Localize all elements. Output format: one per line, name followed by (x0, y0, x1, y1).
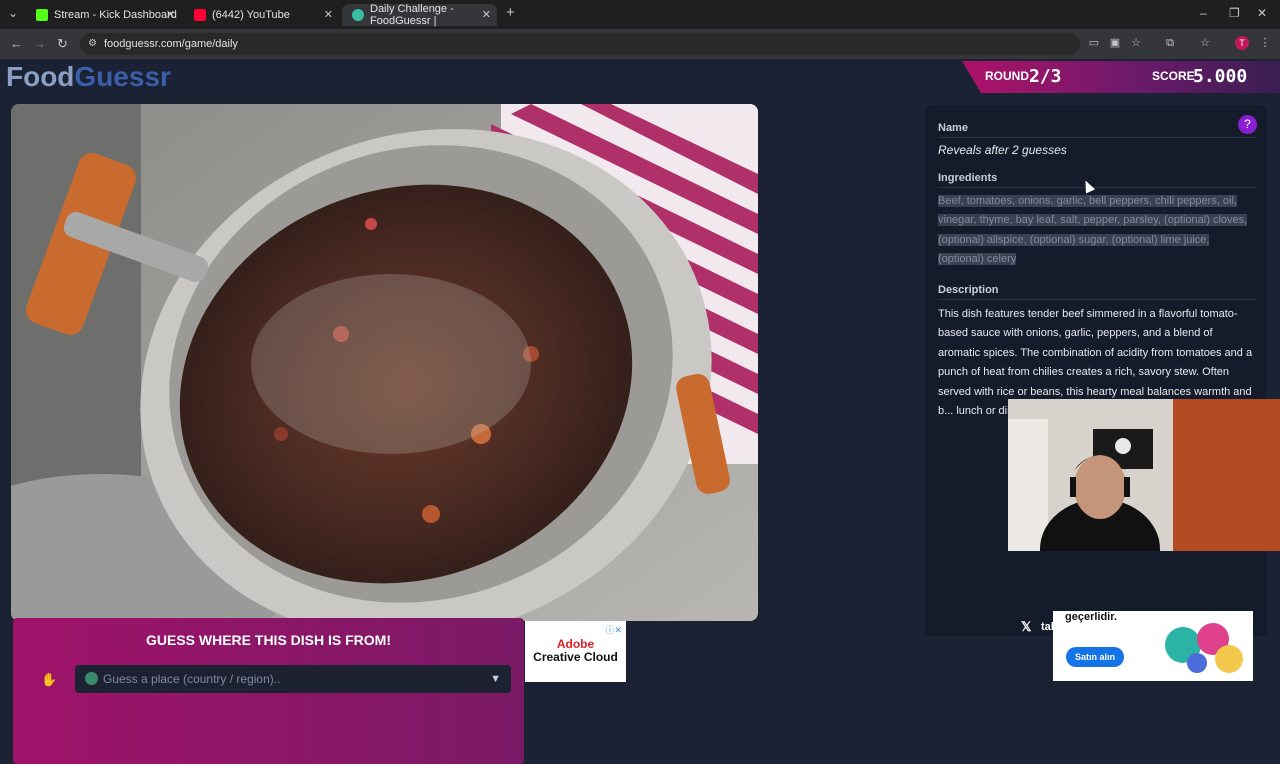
forward-icon[interactable]: → (33, 36, 46, 51)
buy-button[interactable]: Satın alın (1066, 647, 1124, 667)
help-icon[interactable]: ? (1238, 115, 1257, 134)
minimize-icon[interactable]: – (1200, 6, 1207, 20)
tab-title: (6442) YouTube (212, 9, 290, 21)
twitter-handle: talhadnder (1041, 621, 1098, 633)
close-window-icon[interactable]: ✕ (1257, 6, 1267, 20)
tab-kick[interactable]: Stream - Kick Dashboard ✕ (26, 4, 181, 26)
adobe-line2: Creative Cloud (533, 650, 618, 664)
menu-icon[interactable]: ⋮ (1259, 37, 1271, 49)
score-label: SCORE (1152, 69, 1195, 83)
kick-icon (36, 9, 48, 21)
new-tab-icon[interactable]: + (506, 4, 515, 21)
ad-illustration (1165, 623, 1243, 673)
bookmark-star-icon[interactable]: ☆ (1130, 37, 1142, 49)
cast-icon[interactable]: ▭ (1088, 37, 1100, 49)
tab-bar: ⌄ Stream - Kick Dashboard ✕ (6442) YouTu… (0, 0, 1280, 29)
round-value: 2/3 (1029, 66, 1062, 87)
guess-title: GUESS WHERE THIS DISH IS FROM! (145, 632, 391, 648)
x-logo-icon: 𝕏 (1021, 619, 1032, 634)
webcam-image (1008, 399, 1280, 551)
tab-youtube[interactable]: (6442) YouTube ✕ (184, 4, 339, 26)
adobe-ad[interactable]: ⓘ✕ Adobe Creative Cloud (525, 621, 626, 682)
guess-place-input[interactable]: Guess a place (country / region).. ▼ (75, 665, 511, 693)
foodguessr-logo[interactable]: FoodGuessr (6, 61, 171, 93)
ad-info-icon[interactable]: ⓘ✕ (605, 623, 622, 636)
translate-icon[interactable]: ▣ (1109, 37, 1121, 49)
profile-avatar[interactable]: T (1235, 36, 1249, 50)
tab-search-icon[interactable]: ⌄ (8, 6, 18, 20)
tab-title: Daily Challenge - FoodGuessr | (370, 3, 454, 27)
twitter-handle-overlay: 𝕏 talhadnder (1017, 615, 1137, 637)
dish-info-panel: Name Reveals after 2 guesses Ingredients… (925, 105, 1267, 636)
url-field[interactable]: ⚙ foodguessr.com/game/daily (80, 33, 1080, 55)
youtube-icon (194, 9, 206, 21)
dish-photo-image (11, 104, 758, 621)
ingredients-text: Beef, tomatoes, onions, garlic, bell pep… (938, 192, 1250, 270)
dish-photo[interactable] (11, 104, 758, 621)
logo-food: Food (6, 61, 75, 92)
adobe-ad-text: Adobe Creative Cloud (525, 638, 626, 664)
adobe-line1: Adobe (556, 637, 595, 651)
webcam-overlay (1008, 399, 1280, 551)
guess-box: GUESS WHERE THIS DISH IS FROM! ✋ Guess a… (13, 618, 524, 764)
score-bar: ROUND 2/3 SCORE 5.000 (962, 61, 1280, 93)
bookmarks-icon[interactable]: ☆ (1199, 37, 1211, 49)
logo-guessr: Guessr (74, 61, 171, 92)
divider (938, 299, 1256, 300)
ingredients-heading: Ingredients (938, 172, 998, 184)
close-icon[interactable]: ✕ (482, 8, 491, 21)
page: FoodGuessr ROUND 2/3 SCORE 5.000 Name Re… (0, 59, 1280, 764)
back-icon[interactable]: ← (10, 36, 23, 51)
divider (938, 187, 1256, 188)
tab-foodguessr[interactable]: Daily Challenge - FoodGuessr | ✕ (342, 3, 497, 27)
globe-icon (85, 672, 98, 685)
reload-icon[interactable]: ↻ (57, 36, 68, 52)
name-value: Reveals after 2 guesses (938, 143, 1067, 157)
close-icon[interactable]: ✕ (324, 8, 333, 21)
divider (938, 137, 1256, 138)
address-bar: ← → ↻ ⚙ foodguessr.com/game/daily ▭ ▣ ☆ … (0, 29, 1280, 59)
round-label: ROUND (985, 69, 1029, 83)
name-heading: Name (938, 122, 968, 134)
site-info-icon[interactable]: ⚙ (88, 33, 97, 55)
hand-icon: ✋ (41, 672, 58, 687)
maximize-icon[interactable]: ❐ (1229, 6, 1240, 20)
url-text: foodguessr.com/game/daily (104, 38, 238, 50)
tab-title: Stream - Kick Dashboard (54, 9, 177, 21)
guess-placeholder: Guess a place (country / region).. (103, 672, 281, 686)
chevron-down-icon[interactable]: ▼ (490, 665, 501, 693)
score-value: 5.000 (1193, 66, 1248, 87)
foodguessr-icon (352, 9, 364, 21)
ingredients-value: Beef, tomatoes, onions, garlic, bell pep… (938, 195, 1248, 266)
close-icon[interactable]: ✕ (166, 8, 175, 21)
extensions-icon[interactable]: ⧉ (1164, 37, 1176, 49)
description-heading: Description (938, 284, 999, 296)
